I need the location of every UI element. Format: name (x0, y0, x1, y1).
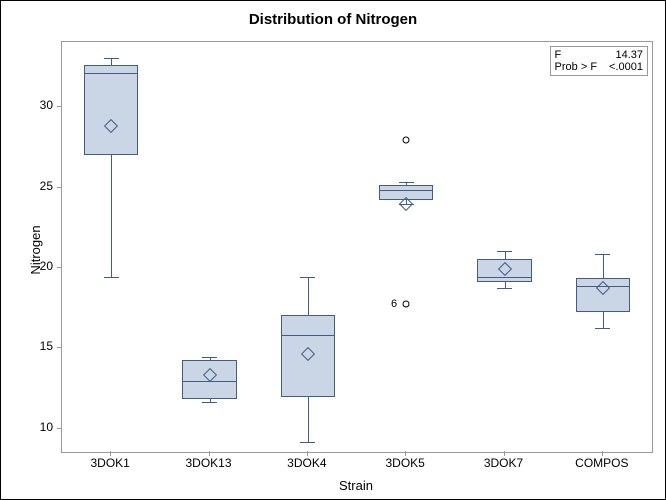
boxplot-cap-lower (300, 442, 315, 443)
x-tick-label: 3DOK7 (484, 456, 523, 470)
y-tick-label: 20 (3, 259, 53, 273)
y-tick-mark (57, 187, 62, 188)
x-axis-label: Strain (61, 478, 651, 493)
boxplot-outlier (403, 137, 410, 144)
boxplot-cap-lower (497, 288, 512, 289)
boxplot-whisker-lower (603, 312, 604, 328)
x-tick-label: 3DOK4 (287, 456, 326, 470)
boxplot-median (281, 335, 335, 336)
boxplot-cap-upper (399, 182, 414, 183)
x-tick-label: 3DOK5 (385, 456, 424, 470)
boxplot-median (84, 73, 138, 74)
chart-title: Distribution of Nitrogen (1, 11, 665, 28)
stat-probf-label: Prob > F (555, 61, 598, 73)
boxplot-whisker-upper (603, 254, 604, 278)
boxplot-whisker-lower (111, 155, 112, 277)
plot-area: F 14.37 Prob > F <.0001 6 (61, 41, 653, 453)
y-tick-mark (57, 106, 62, 107)
boxplot-median (477, 277, 531, 278)
boxplot-outlier (403, 301, 410, 308)
boxplot-cap-upper (300, 277, 315, 278)
boxplot-whisker-lower (308, 397, 309, 442)
x-tick-label: COMPOS (575, 456, 628, 470)
inset-stats: F 14.37 Prob > F <.0001 (550, 46, 648, 76)
boxplot-cap-lower (202, 402, 217, 403)
stat-f-label: F (555, 49, 562, 61)
boxplot-outlier-label: 6 (391, 298, 401, 310)
boxplot-cap-upper (595, 254, 610, 255)
stat-probf-value: <.0001 (609, 61, 643, 73)
x-tick-label: 3DOK1 (90, 456, 129, 470)
boxplot-cap-lower (595, 328, 610, 329)
boxplot-cap-upper (202, 357, 217, 358)
boxplot-whisker-upper (308, 277, 309, 316)
y-tick-mark (57, 267, 62, 268)
x-tick-label: 3DOK13 (185, 456, 231, 470)
y-tick-label: 25 (3, 179, 53, 193)
boxplot-box (84, 65, 138, 155)
boxplot-whisker-upper (505, 251, 506, 259)
y-tick-label: 30 (3, 98, 53, 112)
boxplot-cap-lower (104, 277, 119, 278)
chart-frame: Distribution of Nitrogen F 14.37 Prob > … (0, 0, 666, 500)
y-tick-label: 15 (3, 339, 53, 353)
stat-f-value: 14.37 (615, 49, 643, 61)
y-tick-mark (57, 347, 62, 348)
boxplot-cap-upper (104, 58, 119, 59)
boxplot-median (379, 190, 433, 191)
boxplot-cap-upper (497, 251, 512, 252)
y-tick-label: 10 (3, 420, 53, 434)
y-tick-mark (57, 428, 62, 429)
